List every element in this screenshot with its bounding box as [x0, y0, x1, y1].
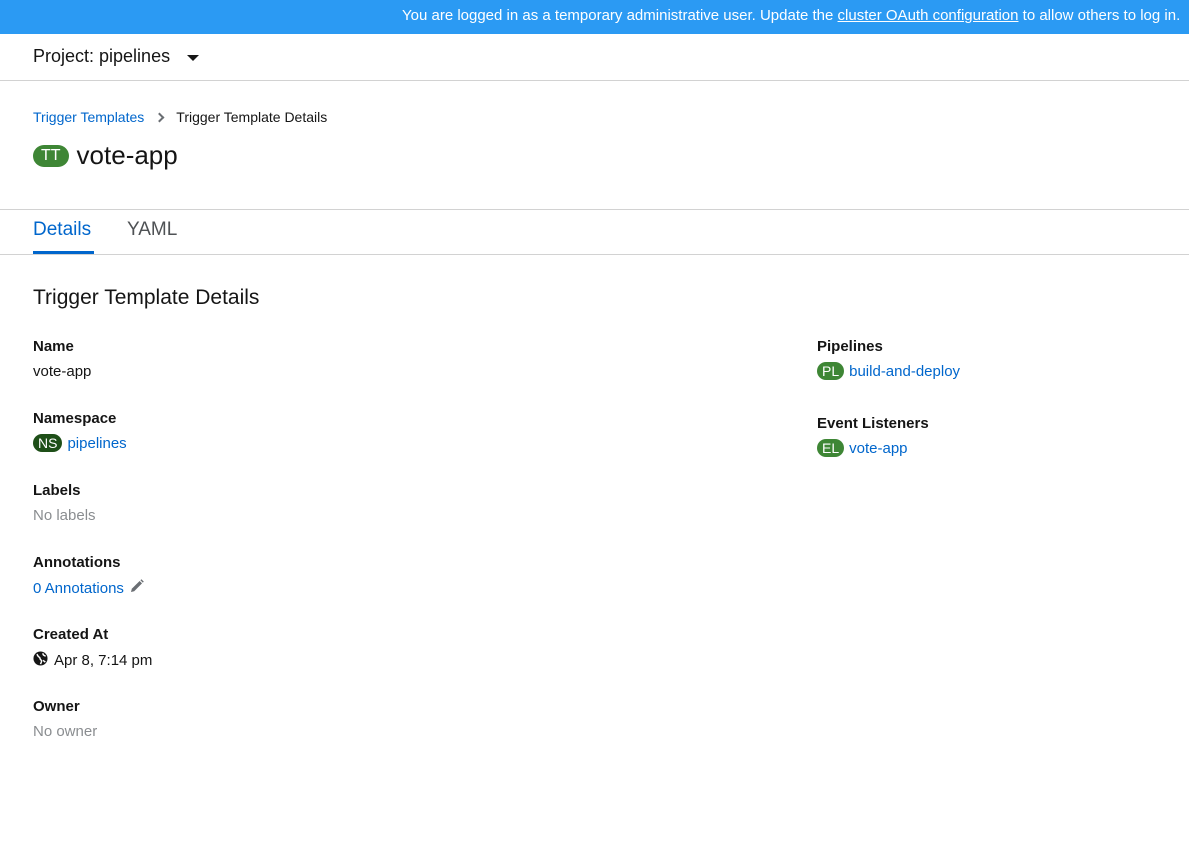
- labels-text: No labels: [33, 507, 96, 524]
- caret-down-icon: [187, 54, 200, 61]
- namespace-link[interactable]: pipelines: [67, 435, 126, 452]
- cluster-oauth-link[interactable]: cluster OAuth configuration: [838, 7, 1019, 24]
- project-label: Project: pipelines: [33, 46, 171, 66]
- event-listeners-value: EL vote-app: [817, 439, 908, 457]
- created-at-text: Apr 8, 7:14 pm: [54, 652, 153, 669]
- namespace-label: Namespace: [33, 410, 117, 427]
- labels-value: No labels: [33, 507, 96, 524]
- annotations-label: Annotations: [33, 554, 121, 571]
- breadcrumb-trigger-templates[interactable]: Trigger Templates: [33, 109, 144, 125]
- owner-value: No owner: [33, 723, 97, 740]
- namespace-value: NS pipelines: [33, 434, 127, 452]
- tab-bar: Details YAML: [0, 209, 1189, 255]
- project-selector[interactable]: Project: pipelines: [33, 46, 200, 67]
- labels-label: Labels: [33, 482, 81, 499]
- event-listener-badge: EL: [817, 439, 845, 457]
- project-bar: Project: pipelines: [0, 34, 1189, 81]
- banner-text-after: to allow others to log in.: [1018, 7, 1181, 24]
- pipelines-value: PL build-and-deploy: [817, 362, 960, 380]
- created-at-value: Apr 8, 7:14 pm: [33, 651, 152, 670]
- banner-text-before: You are logged in as a temporary adminis…: [402, 7, 838, 24]
- tab-yaml[interactable]: YAML: [127, 219, 177, 241]
- owner-label: Owner: [33, 698, 80, 715]
- event-listener-link[interactable]: vote-app: [849, 440, 907, 457]
- created-at-label: Created At: [33, 626, 109, 643]
- pipeline-link[interactable]: build-and-deploy: [849, 363, 960, 380]
- resource-badge-tt: TT: [33, 144, 69, 167]
- page-header: TT vote-app: [33, 140, 178, 171]
- pipeline-badge: PL: [817, 362, 845, 380]
- section-heading: Trigger Template Details: [33, 286, 260, 309]
- breadcrumb: Trigger Templates Trigger Template Detai…: [33, 109, 327, 125]
- globe-icon: [33, 651, 48, 670]
- pipelines-label: Pipelines: [817, 338, 883, 355]
- name-text: vote-app: [33, 363, 92, 380]
- name-label: Name: [33, 338, 74, 355]
- annotations-link[interactable]: 0 Annotations: [33, 580, 124, 597]
- pencil-icon[interactable]: [130, 579, 144, 597]
- banner-message: You are logged in as a temporary adminis…: [402, 7, 1180, 24]
- admin-banner: You are logged in as a temporary adminis…: [0, 0, 1189, 34]
- breadcrumb-current: Trigger Template Details: [176, 109, 328, 125]
- owner-text: No owner: [33, 723, 98, 740]
- annotations-value: 0 Annotations: [33, 579, 144, 597]
- page-title: vote-app: [76, 140, 178, 170]
- tab-details[interactable]: Details: [33, 219, 91, 241]
- chevron-right-icon: [154, 112, 165, 122]
- name-value: vote-app: [33, 363, 91, 380]
- active-tab-indicator: [33, 251, 94, 254]
- event-listeners-label: Event Listeners: [817, 415, 929, 432]
- namespace-badge: NS: [33, 434, 63, 452]
